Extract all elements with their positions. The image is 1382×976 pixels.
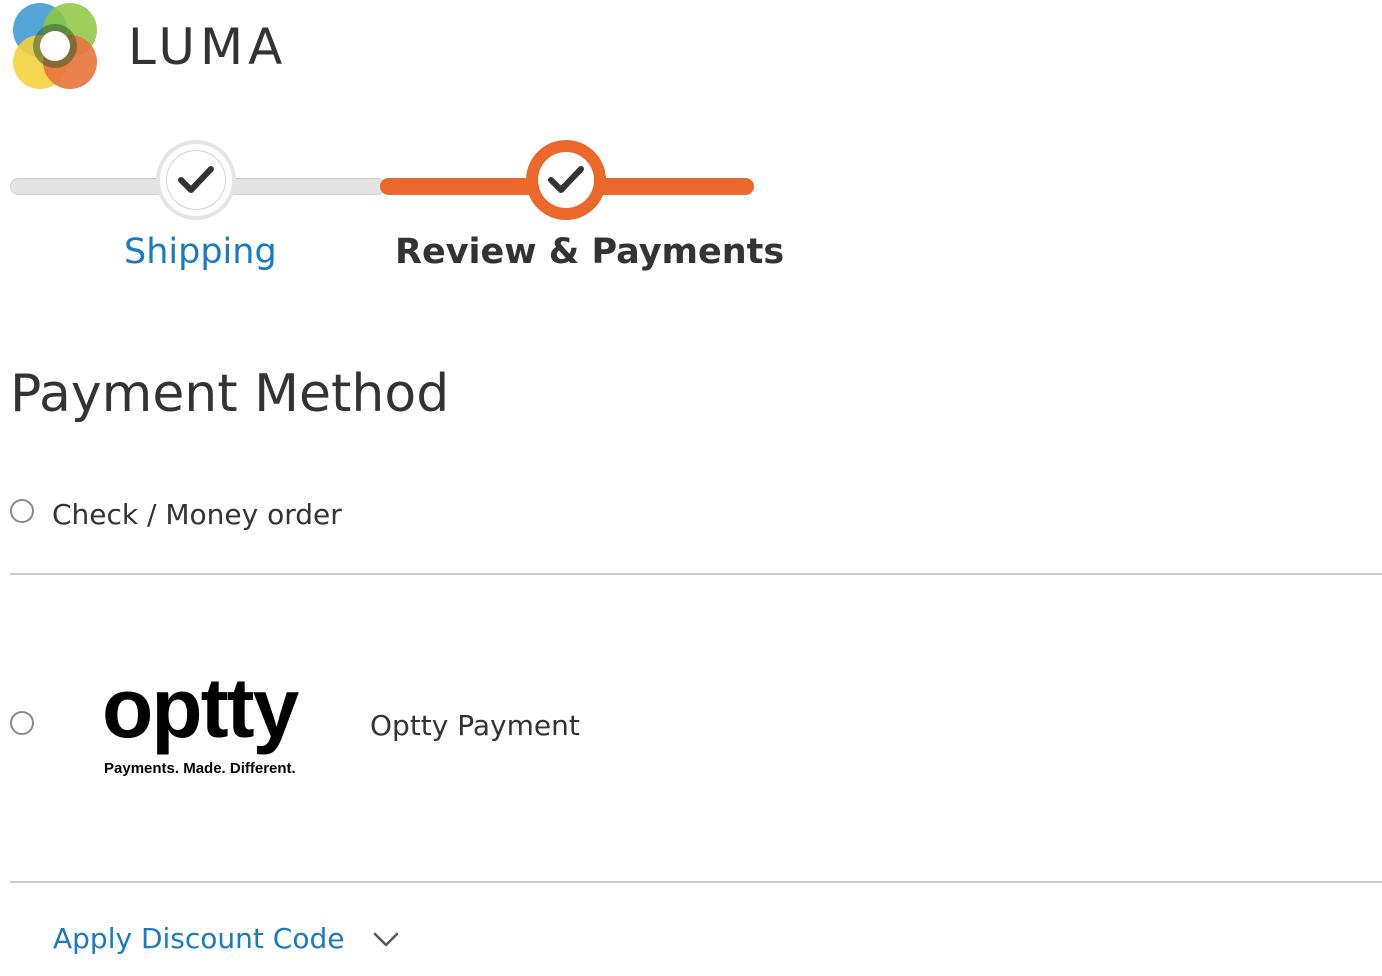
payment-method-title: Payment Method: [10, 364, 450, 424]
optty-logo-tagline: Payments. Made. Different.: [104, 760, 296, 777]
optty-logo: optty Payments. Made. Different.: [102, 666, 306, 788]
step-shipping-link[interactable]: Shipping: [124, 232, 277, 272]
payment-method-checkmo: Check / Money order: [10, 498, 1382, 548]
step-review-label: Review & Payments: [395, 232, 785, 272]
checkout-page: LUMA Shipping Review & Payments Payment …: [0, 0, 1382, 976]
divider: [10, 881, 1382, 883]
payment-method-optty: optty Payments. Made. Different. Optty P…: [10, 666, 1382, 788]
radio-checkmo[interactable]: [10, 499, 34, 523]
luma-logo-icon: [13, 3, 97, 89]
radio-optty[interactable]: [10, 711, 34, 735]
divider: [10, 573, 1382, 575]
chevron-down-icon[interactable]: [372, 929, 400, 949]
payment-label-checkmo[interactable]: Check / Money order: [52, 498, 342, 531]
apply-discount-label[interactable]: Apply Discount Code: [53, 922, 344, 955]
check-icon: [548, 166, 584, 193]
checkout-progress-bar: Shipping Review & Payments: [10, 140, 784, 290]
payment-label-optty[interactable]: Optty Payment: [370, 709, 580, 742]
step-shipping-indicator[interactable]: [156, 140, 236, 220]
apply-discount-toggle[interactable]: Apply Discount Code: [53, 922, 400, 955]
check-icon: [178, 166, 214, 193]
step-review-indicator: [526, 140, 606, 220]
brand-name: LUMA: [128, 18, 288, 76]
optty-logo-word: optty: [102, 661, 299, 755]
luma-logo-link[interactable]: LUMA: [10, 2, 287, 92]
